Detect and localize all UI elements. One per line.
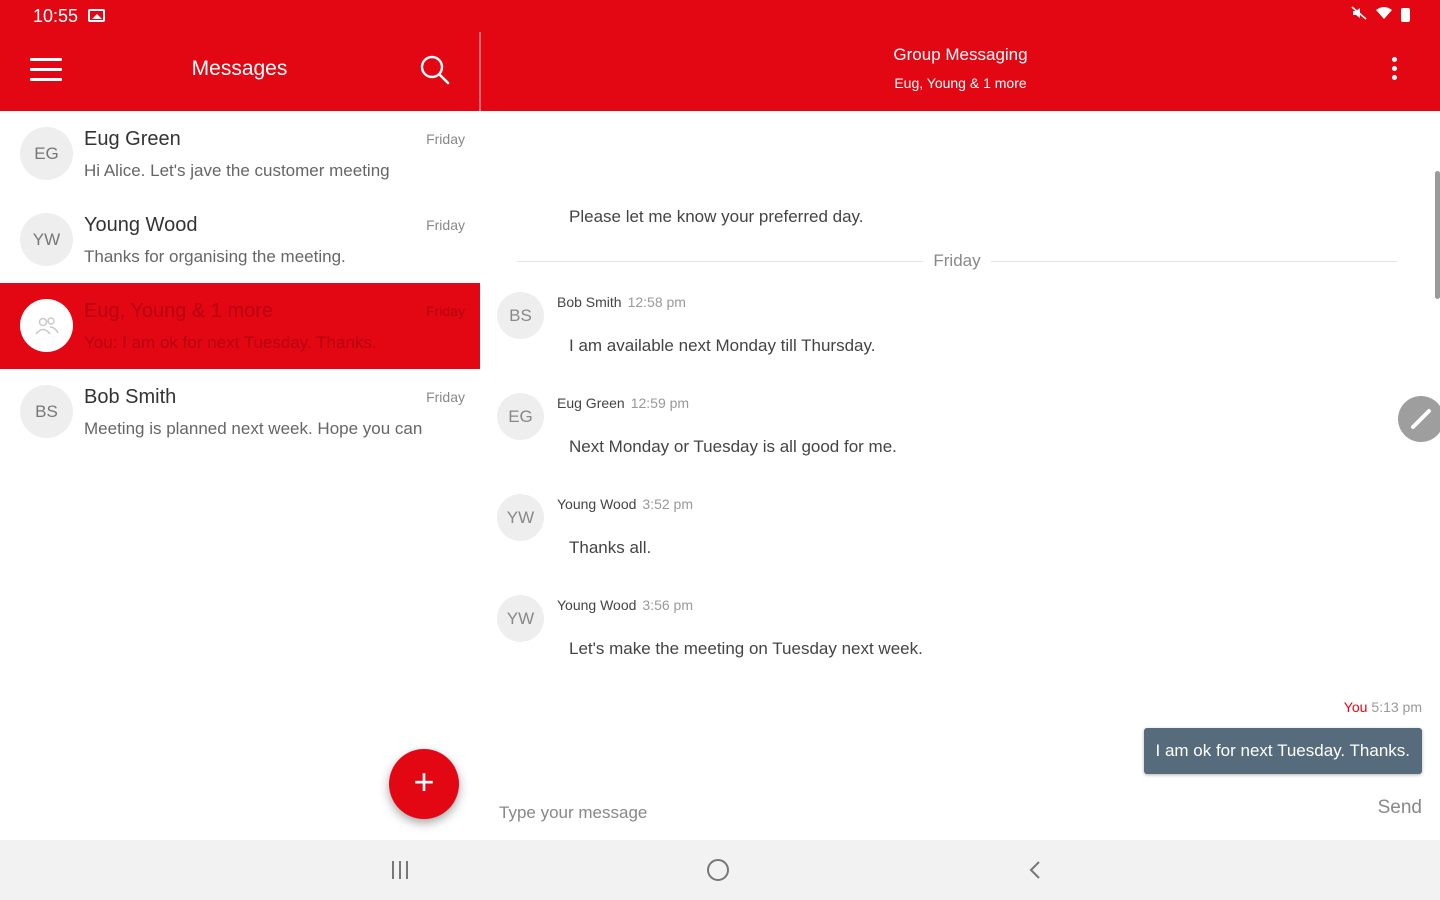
status-bar: 10:55 <box>0 0 1440 32</box>
avatar: YW <box>20 213 73 266</box>
avatar: YW <box>497 595 544 642</box>
message-time: 3:56 pm <box>642 597 693 613</box>
conversation-subtitle: Eug, Young & 1 more <box>894 75 1027 91</box>
conversation-name: Young Wood <box>84 214 198 236</box>
edit-icon <box>1411 409 1431 429</box>
conversation-snippet: Hi Alice. Let's jave the customer meetin… <box>84 161 390 180</box>
conversation-snippet: Thanks for organising the meeting. <box>84 247 346 266</box>
page-title: Messages <box>191 57 288 80</box>
day-separator: Friday <box>497 249 1417 273</box>
send-button[interactable]: Send <box>1378 797 1422 819</box>
avatar: EG <box>20 127 73 180</box>
chat-panel: Please let me know your preferred day. F… <box>481 111 1440 840</box>
conversation-date: Friday <box>426 389 465 405</box>
messages-app-bar: Messages <box>0 32 479 111</box>
message-time: 5:13 pm <box>1371 699 1422 715</box>
edit-button[interactable] <box>1398 396 1440 442</box>
conversation-item-eug-green[interactable]: EG Eug Green Friday Hi Alice. Let's jave… <box>0 111 480 197</box>
message-sender: Young Wood <box>557 597 637 613</box>
group-icon <box>34 316 59 334</box>
message-time: 12:59 pm <box>630 395 690 411</box>
more-vert-icon[interactable] <box>1384 57 1404 87</box>
battery-icon <box>1401 7 1410 22</box>
message-sender: Young Wood <box>557 496 637 512</box>
conversation-name: Eug, Young & 1 more <box>84 300 274 322</box>
message-text: Please let me know your preferred day. <box>569 207 864 226</box>
chat-message: EG Eug Green 12:59 pm Next Monday or Tues… <box>497 393 1397 483</box>
message-sender: Eug Green <box>557 395 625 411</box>
conversation-name: Eug Green <box>84 128 181 150</box>
mute-icon <box>1351 6 1367 23</box>
message-time: 3:52 pm <box>642 496 693 512</box>
new-message-button[interactable]: + <box>389 749 459 819</box>
composer: Send <box>481 791 1440 837</box>
home-icon[interactable] <box>707 859 729 881</box>
message-text: Thanks all. <box>569 538 652 557</box>
conversation-app-bar: Group Messaging Eug, Young & 1 more <box>481 32 1440 111</box>
own-message-sender: You <box>1343 699 1368 715</box>
conversation-item-bob-smith[interactable]: BS Bob Smith Friday Meeting is planned n… <box>0 369 480 455</box>
conversation-item-young-wood[interactable]: YW Young Wood Friday Thanks for organisi… <box>0 197 480 283</box>
plus-icon: + <box>413 761 435 802</box>
image-notification-icon <box>88 9 105 22</box>
message-input[interactable] <box>499 795 1299 831</box>
wifi-icon <box>1375 6 1393 23</box>
own-message-bubble: I am ok for next Tuesday. Thanks. <box>1143 728 1422 774</box>
conversation-snippet: Meeting is planned next week. Hope you c… <box>84 419 423 438</box>
recents-icon[interactable] <box>392 861 412 879</box>
scrollbar[interactable] <box>1435 171 1440 299</box>
back-icon[interactable] <box>1026 860 1046 880</box>
own-message-header: You 5:13 pm <box>1344 699 1422 715</box>
conversation-snippet: You: I am ok for next Tuesday. Thanks. <box>84 333 377 352</box>
conversation-item-group[interactable]: Eug, Young & 1 more Friday You: I am ok … <box>0 283 480 369</box>
day-separator-label: Friday <box>923 251 991 270</box>
conversation-date: Friday <box>426 131 465 147</box>
conversation-date: Friday <box>426 303 465 319</box>
system-nav-bar <box>0 840 1440 900</box>
message-text: Next Monday or Tuesday is all good for m… <box>569 437 897 456</box>
search-icon[interactable] <box>419 54 451 86</box>
message-time: 12:58 pm <box>627 294 686 310</box>
avatar: BS <box>497 292 544 339</box>
message-text: I am available next Monday till Thursday… <box>569 336 876 355</box>
group-avatar <box>20 299 73 352</box>
conversation-list: EG Eug Green Friday Hi Alice. Let's jave… <box>0 111 480 455</box>
message-sender: Bob Smith <box>557 294 622 310</box>
chat-message: BS Bob Smith 12:58 pm I am available next… <box>497 292 1397 382</box>
message-text: Let's make the meeting on Tuesday next w… <box>569 639 923 658</box>
status-icons <box>1351 6 1410 23</box>
status-time: 10:55 <box>33 6 79 26</box>
avatar: EG <box>497 393 544 440</box>
conversation-name: Bob Smith <box>84 386 177 408</box>
avatar: YW <box>497 494 544 541</box>
avatar: BS <box>20 385 73 438</box>
conversation-date: Friday <box>426 217 465 233</box>
conversation-title: Group Messaging <box>893 45 1028 64</box>
chat-message: YW Young Wood 3:52 pm Thanks all. <box>497 494 1397 584</box>
chat-message: YW Young Wood 3:56 pm Let's make the meet… <box>497 595 1397 685</box>
